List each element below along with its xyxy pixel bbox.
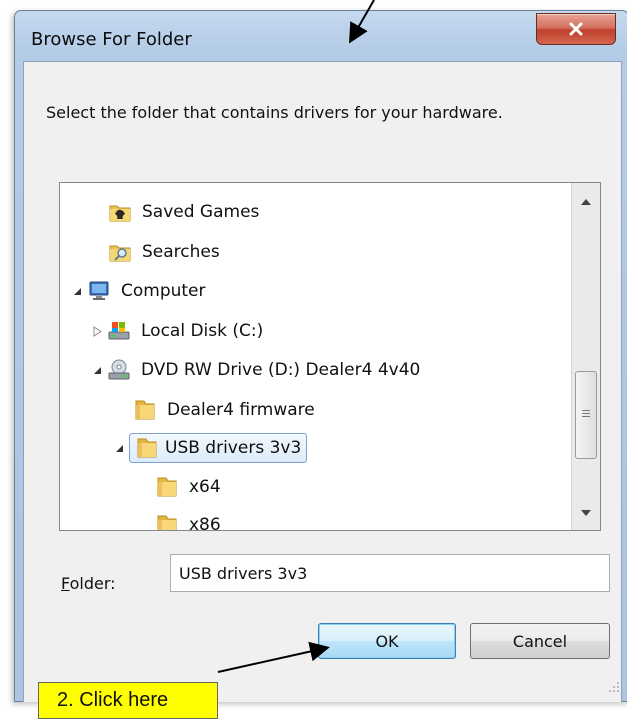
tree-item-label: x64 xyxy=(189,477,221,497)
folder-icon xyxy=(135,400,155,420)
expanded-triangle-icon[interactable] xyxy=(90,363,104,377)
folder-icon xyxy=(137,438,157,458)
folder-icon xyxy=(157,515,177,530)
close-button[interactable] xyxy=(536,13,616,45)
title-bar[interactable]: Browse For Folder xyxy=(15,11,627,66)
searches-folder-icon xyxy=(109,245,131,262)
vertical-scrollbar[interactable] xyxy=(571,183,600,530)
scroll-down-arrow-icon xyxy=(581,510,591,516)
folder-label-rest: older: xyxy=(69,574,116,593)
folder-icon xyxy=(157,477,177,497)
selected-item-box: USB drivers 3v3 xyxy=(129,433,308,463)
tree-item-local-disk[interactable]: Local Disk (C:) xyxy=(90,313,267,349)
tree-item-label: USB drivers 3v3 xyxy=(165,438,302,458)
scroll-thumb[interactable] xyxy=(575,371,597,459)
tree-item-computer[interactable]: Computer xyxy=(70,273,210,309)
tree-item-dealer4-firmware[interactable]: Dealer4 firmware xyxy=(133,392,319,428)
screenshot-stage: Browse For Folder Select the folder that… xyxy=(0,0,627,719)
dvd-drive-icon xyxy=(108,359,130,380)
folder-field-label: Folder: xyxy=(61,574,116,593)
annotation-callout: 2. Click here xyxy=(38,682,218,719)
tree-item-searches[interactable]: Searches xyxy=(108,234,224,270)
expanded-triangle-icon[interactable] xyxy=(112,441,126,455)
saved-games-folder-icon xyxy=(109,205,131,222)
tree-item-label: Computer xyxy=(121,281,206,301)
resize-grip-icon[interactable] xyxy=(609,682,619,692)
dialog-client-area: Select the folder that contains drivers … xyxy=(23,61,622,702)
tree-item-label: Saved Games xyxy=(142,202,260,222)
folder-label-accelerator: F xyxy=(61,574,70,593)
collapsed-triangle-icon[interactable] xyxy=(90,324,104,338)
instruction-text: Select the folder that contains drivers … xyxy=(46,103,503,122)
local-disk-icon xyxy=(108,322,130,340)
scroll-up-button[interactable] xyxy=(572,189,600,215)
tree-item-x86[interactable]: x86 xyxy=(155,507,225,531)
tree-item-label: DVD RW Drive (D:) Dealer4 4v40 xyxy=(141,360,421,380)
folder-tree-view[interactable]: Saved Games Searches Computer Local Disk… xyxy=(59,182,601,531)
tree-item-label: Dealer4 firmware xyxy=(167,400,315,420)
tree-item-usb-drivers-selected[interactable]: USB drivers 3v3 xyxy=(112,430,308,466)
ok-button[interactable]: OK xyxy=(318,623,456,659)
tree-item-saved-games[interactable]: Saved Games xyxy=(108,194,263,230)
tree-item-label: Searches xyxy=(142,242,220,262)
window-title: Browse For Folder xyxy=(31,29,192,50)
tree-item-label: Local Disk (C:) xyxy=(141,321,264,341)
folder-input[interactable] xyxy=(170,554,610,592)
browse-for-folder-dialog: Browse For Folder Select the folder that… xyxy=(14,10,627,702)
tree-item-dvd-rw-drive[interactable]: DVD RW Drive (D:) Dealer4 4v40 xyxy=(90,352,424,388)
cancel-button[interactable]: Cancel xyxy=(470,623,610,659)
computer-icon xyxy=(89,281,109,300)
close-icon xyxy=(569,22,583,36)
scroll-grip-icon xyxy=(582,410,590,418)
expanded-triangle-icon[interactable] xyxy=(70,284,84,298)
tree-item-x64[interactable]: x64 xyxy=(155,469,225,505)
scroll-down-button[interactable] xyxy=(572,500,600,526)
scroll-up-arrow-icon xyxy=(581,199,591,205)
tree-item-label: x86 xyxy=(189,515,221,531)
